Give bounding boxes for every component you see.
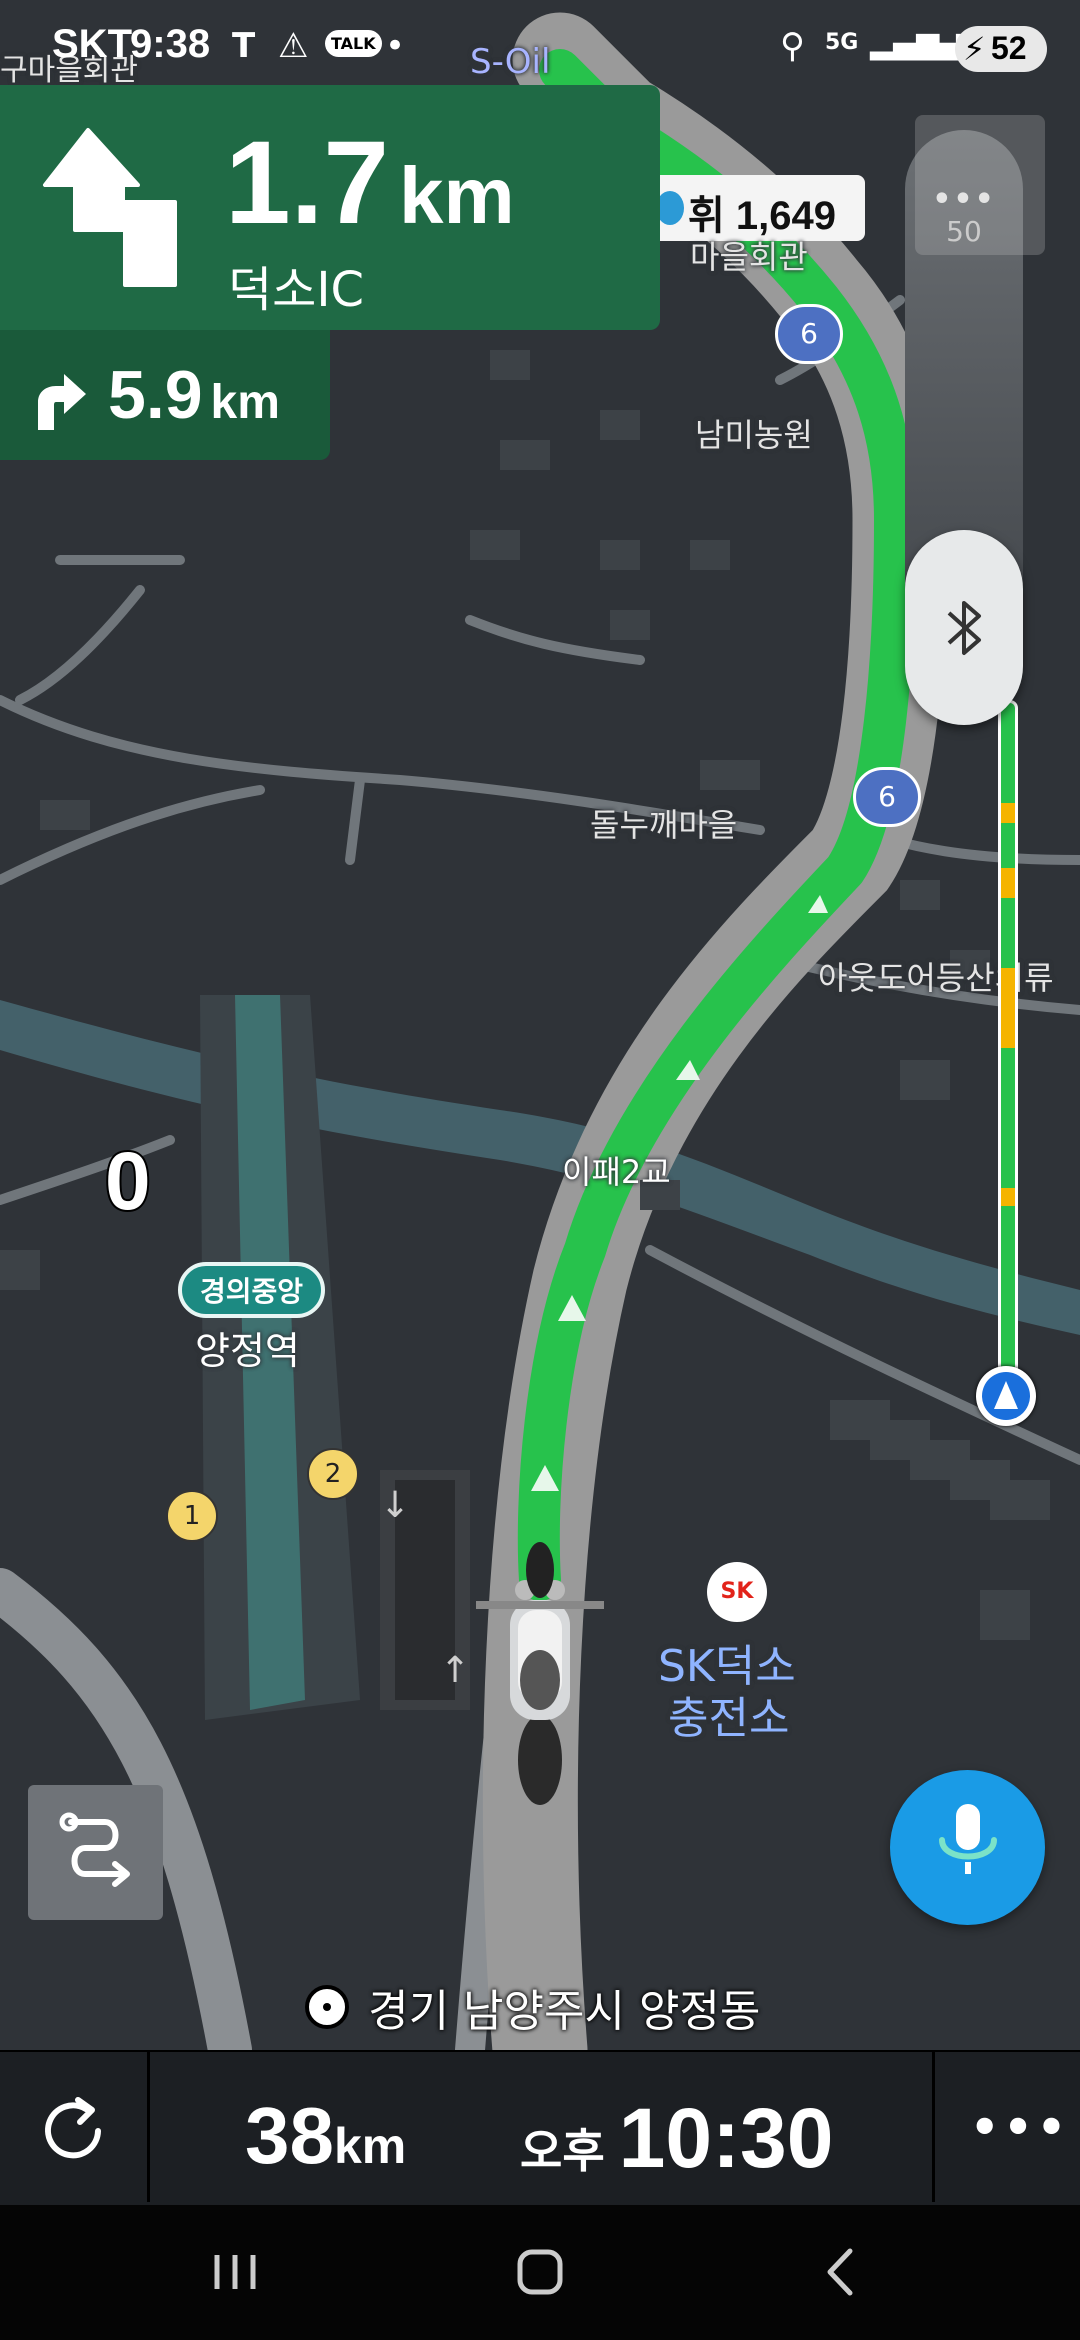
remaining-distance-value: 38 xyxy=(245,2091,334,2180)
fuel-brand-icon xyxy=(656,191,684,225)
map-label-hall: 마을회관 xyxy=(690,238,808,276)
turn-left-then-right-icon xyxy=(43,128,177,287)
bluetooth-icon xyxy=(947,601,981,655)
next-distance-unit: km xyxy=(210,376,280,429)
t-icon: T xyxy=(232,26,256,66)
battery-level: 52 xyxy=(991,30,1027,66)
speed-zero-indicator: 0 xyxy=(103,1134,153,1229)
route-overview-icon xyxy=(59,1812,130,1887)
traffic-segment-4 xyxy=(1001,1188,1015,1206)
bluetooth-button[interactable] xyxy=(905,530,1023,725)
map-label-outdoor: 아웃도어등산의류 xyxy=(818,959,1054,997)
next-turn-card[interactable]: 5.9 km xyxy=(0,330,330,460)
crosshair-icon xyxy=(305,1985,349,2029)
exit-2-badge: 2 xyxy=(307,1448,359,1500)
recent-apps-button[interactable] xyxy=(195,2237,275,2307)
gas-station-label-2: 충전소 xyxy=(668,1693,790,1744)
route-progress-bar xyxy=(998,700,1018,1386)
exit-1-badge: 1 xyxy=(166,1490,218,1542)
motorcycle-icon xyxy=(476,1542,604,1805)
map-label-bridge: 이패2교 xyxy=(562,1153,671,1191)
recent-apps-icon xyxy=(214,2255,256,2289)
voice-command-button[interactable] xyxy=(890,1770,1045,1925)
carrier-label: SKT xyxy=(52,22,132,66)
oneway-up-icon: ↑ xyxy=(440,1650,471,1691)
warning-icon: ⚠ xyxy=(278,26,309,66)
reroute-button[interactable] xyxy=(0,2052,145,2207)
arrival-time: 오후 10:30 xyxy=(520,2090,833,2187)
back-button[interactable] xyxy=(800,2237,880,2307)
remaining-distance: 38km xyxy=(245,2090,406,2182)
more-dots-icon-bottom: ••• xyxy=(970,2100,1071,2154)
charging-icon: ⚡ xyxy=(963,30,986,68)
route-6-badge-mid: 6 xyxy=(853,767,921,827)
battery-indicator: ⚡ 52 xyxy=(955,26,1047,72)
top-right-marker xyxy=(915,115,1045,255)
sk-logo-text: SK xyxy=(720,1579,754,1604)
home-icon xyxy=(517,2249,563,2295)
arrival-time-value: 10:30 xyxy=(618,2091,834,2185)
route-6-label-top: 6 xyxy=(800,317,818,350)
talk-icon: TALK xyxy=(325,30,382,57)
route-overview-button[interactable] xyxy=(28,1785,163,1920)
current-location-row[interactable]: 경기 남양주시 양정동 xyxy=(305,1975,760,2039)
line-badge: 경의중앙 xyxy=(178,1262,326,1318)
back-icon xyxy=(827,2248,853,2296)
bottom-divider-left xyxy=(147,2052,150,2202)
oneway-down-icon: ↓ xyxy=(380,1485,411,1526)
arrival-period: 오후 xyxy=(520,2124,605,2178)
current-location-text: 경기 남양주시 양정동 xyxy=(368,1986,761,2037)
traffic-segment-3 xyxy=(1001,968,1015,1048)
next-distance-value: 5.9 xyxy=(108,357,203,433)
current-position-marker-icon xyxy=(976,1366,1036,1426)
route-6-label-mid: 6 xyxy=(878,780,896,813)
map-label-farm: 남미농원 xyxy=(695,416,813,454)
exit-2-label: 2 xyxy=(324,1459,342,1489)
home-button[interactable] xyxy=(500,2237,580,2307)
route-6-badge-top: 6 xyxy=(775,304,843,364)
turn-guidance-card[interactable]: 1.7 km 덕소IC xyxy=(0,85,660,330)
turn-distance-value: 1.7 xyxy=(225,117,390,249)
map-label-village: 돌누깨마을 xyxy=(590,806,738,844)
station-label: 양정역 xyxy=(195,1329,300,1373)
traffic-segment-1 xyxy=(1001,803,1015,823)
trip-info-bar: 38km 오후 10:30 ••• xyxy=(0,2050,1080,2207)
system-navigation-bar xyxy=(0,2205,1080,2340)
microphone-icon xyxy=(939,1804,997,1874)
location-pin-icon: ⚲ xyxy=(780,26,805,66)
network-5g-icon: 5G xyxy=(825,30,859,55)
dot-icon: • xyxy=(385,26,406,66)
more-options-button[interactable]: ••• xyxy=(935,2052,1080,2207)
sk-logo-icon: SK xyxy=(707,1562,767,1622)
turn-distance-unit: km xyxy=(399,151,515,240)
clock: 9:38 xyxy=(130,22,211,66)
turn-destination: 덕소IC xyxy=(228,262,364,318)
remaining-distance-unit: km xyxy=(333,2118,407,2174)
exit-1-label: 1 xyxy=(183,1501,201,1531)
traffic-segment-2 xyxy=(1001,868,1015,898)
bottom-divider-right xyxy=(932,2052,935,2202)
refresh-icon xyxy=(45,2097,101,2159)
next-turn-right-icon xyxy=(38,374,86,430)
